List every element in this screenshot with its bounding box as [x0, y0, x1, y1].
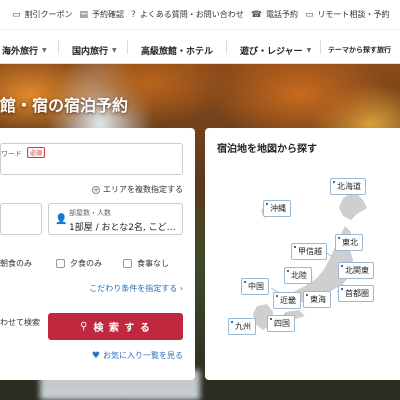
- region-hokuriku[interactable]: 北陸: [284, 267, 312, 284]
- checkbox[interactable]: [123, 259, 132, 268]
- region-kitakanto[interactable]: 北関東: [338, 262, 374, 279]
- region-hokkaido[interactable]: 北海道: [330, 178, 366, 195]
- nav-luxury-ryokan[interactable]: 高級旅館・ホテル: [141, 44, 213, 57]
- heart-icon: ♥: [91, 350, 100, 361]
- nav-divider: [226, 40, 227, 54]
- nav-divider: [58, 40, 59, 54]
- required-badge: 必須: [27, 147, 46, 158]
- document-icon: ▤: [79, 9, 89, 20]
- meal-option-breakfast[interactable]: 朝食のみ: [0, 258, 32, 269]
- remote-consultation-link[interactable]: ▭ リモート相談・予約: [305, 9, 390, 20]
- meal-option-dinner[interactable]: 夕食のみ: [56, 258, 102, 269]
- region-tokai[interactable]: 東海: [303, 291, 331, 308]
- region-okinawa[interactable]: 沖縄: [263, 200, 291, 217]
- nav-theme-travel[interactable]: テーマから探す旅行: [328, 45, 391, 55]
- utility-bar: ▭ 割引クーポン ▤ 予約確認 ? よくある質問・お問い合わせ ☎ 電話予約 ▭ リモート…: [0, 0, 400, 30]
- keyword-field[interactable]: ワード 必須: [0, 143, 183, 175]
- region-koshinetsu[interactable]: 甲信越: [291, 243, 327, 260]
- nav-domestic-travel[interactable]: 国内旅行 ▼: [72, 44, 117, 57]
- question-icon: ?: [131, 9, 136, 20]
- phone-icon: ☎: [250, 9, 263, 20]
- coupon-icon: ▭: [12, 9, 21, 20]
- meal-option-none[interactable]: 食事なし: [123, 258, 169, 269]
- conditions-link[interactable]: こだわり条件を指定する ›: [89, 283, 183, 294]
- chevron-down-icon: ▼: [306, 47, 312, 54]
- guests-value: 1部屋 / おとな2名, こど…: [69, 223, 176, 233]
- hero-title: 館・宿の宿泊予約: [0, 96, 129, 115]
- hokkaido-shape: [339, 192, 367, 220]
- multi-area-link[interactable]: + エリアを複数指定する: [92, 184, 183, 195]
- region-kinki[interactable]: 近畿: [273, 292, 301, 309]
- keyword-label: ワード: [1, 150, 22, 158]
- person-icon: 👤: [55, 214, 68, 225]
- guests-label: 部屋数・人数: [69, 209, 111, 217]
- plus-circle-icon: +: [92, 185, 100, 194]
- region-kyushu[interactable]: 九州: [228, 318, 256, 335]
- reservation-check-link[interactable]: ▤ 予約確認: [80, 9, 125, 20]
- main-nav: 海外旅行 ▼ 国内旅行 ▼ 高級旅館・ホテル 遊び・レジャー ▼ テーマから探す旅行: [0, 30, 400, 64]
- date-field[interactable]: [0, 203, 42, 235]
- favorites-link[interactable]: ♥ お気に入り一覧を見る: [92, 350, 183, 361]
- search-icon: ⚲: [80, 321, 89, 332]
- map-panel: 宿泊地を地図から探す 北海道 沖縄 東北 甲信越 北関東 北陸 中国 首都圏 東…: [205, 128, 400, 380]
- faq-link[interactable]: ? よくある質問・お問い合わせ: [131, 9, 244, 20]
- checkbox[interactable]: [56, 259, 65, 268]
- nav-divider: [127, 40, 128, 54]
- nav-overseas-travel[interactable]: 海外旅行 ▼: [2, 44, 47, 57]
- region-shikoku[interactable]: 四国: [267, 315, 295, 332]
- phone-reservation-link[interactable]: ☎ 電話予約: [251, 9, 298, 20]
- coupon-link[interactable]: ▭ 割引クーポン: [12, 9, 73, 20]
- nav-divider: [320, 40, 321, 54]
- region-tohoku[interactable]: 東北: [335, 234, 363, 251]
- nav-leisure[interactable]: 遊び・レジャー ▼: [240, 44, 311, 57]
- guests-field[interactable]: 👤 部屋数・人数 1部屋 / おとな2名, こど…: [48, 203, 183, 235]
- monitor-icon: ▭: [305, 9, 314, 20]
- region-shutoken[interactable]: 首都圏: [338, 285, 374, 302]
- search-panel: ワード 必須 + エリアを複数指定する 👤 部屋数・人数 1部屋 / おとな2名…: [0, 128, 195, 380]
- region-chugoku[interactable]: 中国: [241, 278, 269, 295]
- chevron-down-icon: ▼: [112, 47, 117, 54]
- search-button[interactable]: ⚲ 検 索 す る: [48, 313, 183, 340]
- combined-search-text[interactable]: わせて検索: [0, 317, 40, 328]
- chevron-down-icon: ▼: [42, 47, 47, 54]
